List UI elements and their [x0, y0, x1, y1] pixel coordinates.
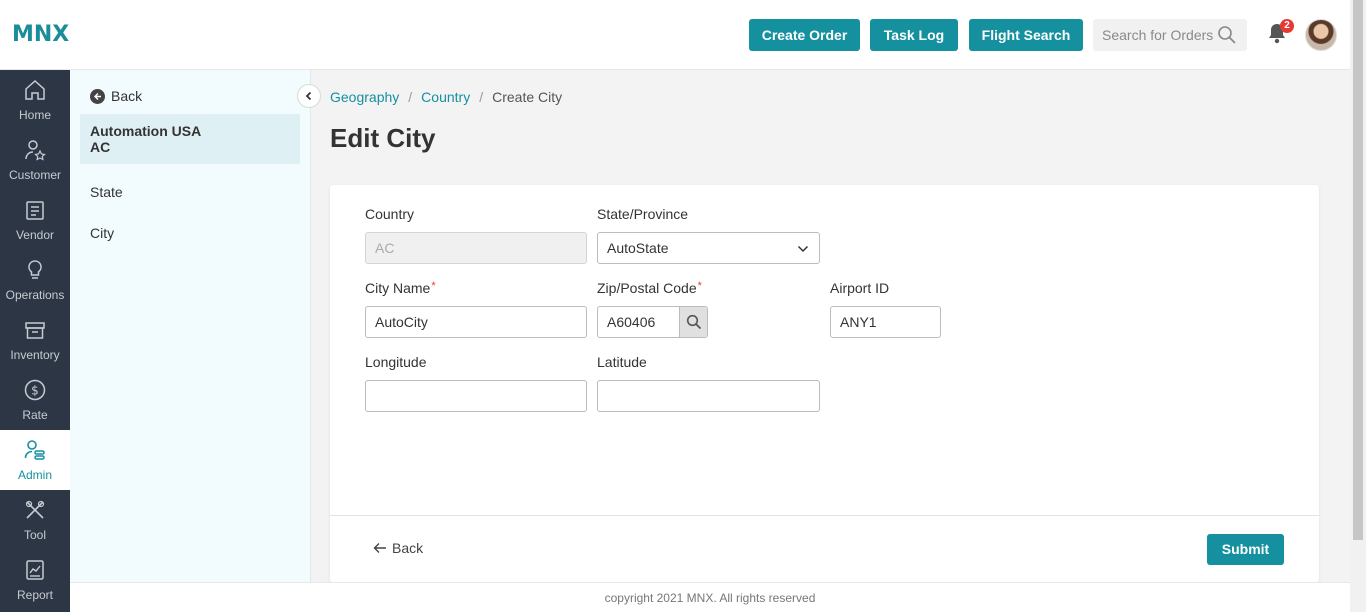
state-select[interactable]: AutoState	[597, 232, 820, 264]
zip-label-text: Zip/Postal Code	[597, 280, 697, 296]
scrollbar-thumb[interactable]	[1353, 0, 1363, 540]
admin-icon	[24, 440, 45, 460]
nav-label: Report	[16, 588, 54, 602]
required-marker: *	[697, 280, 702, 292]
search-icon	[686, 314, 701, 330]
flight-search-button[interactable]: Flight Search	[969, 19, 1083, 51]
form-back-button[interactable]: Back	[373, 540, 423, 556]
breadcrumb-current: Create City	[492, 89, 563, 105]
selected-country-name: Automation USA	[90, 123, 202, 139]
home-icon	[25, 79, 45, 100]
form-divider	[330, 515, 1319, 516]
nav-item-home[interactable]: Home	[0, 70, 70, 130]
nav-label: Inventory	[10, 348, 60, 362]
sub-link-city[interactable]: City	[90, 225, 114, 241]
city-name-label-text: City Name	[365, 280, 431, 296]
tools-icon	[25, 500, 45, 519]
arrow-left-icon	[373, 543, 386, 553]
page-title: Edit City	[330, 123, 436, 153]
nav-label: Admin	[17, 468, 52, 482]
country-field: AC	[365, 232, 587, 264]
longitude-label: Longitude	[365, 354, 427, 370]
longitude-field[interactable]	[365, 380, 587, 412]
sub-link-state[interactable]: State	[90, 184, 123, 200]
selected-country-code: AC	[90, 139, 111, 155]
state-label: State/Province	[597, 206, 689, 222]
lightbulb-icon	[28, 260, 42, 279]
collapse-sidebar-button[interactable]	[297, 84, 321, 108]
mnx-logo[interactable]: MNX	[12, 22, 69, 47]
order-search-input[interactable]	[1093, 19, 1213, 51]
top-header: MNX Create Order Task Log Flight Search …	[0, 0, 1350, 70]
submit-button[interactable]: Submit	[1207, 534, 1284, 565]
nav-label: Customer	[8, 168, 61, 182]
task-log-button[interactable]: Task Log	[870, 19, 958, 51]
state-selected-value: AutoState	[607, 240, 669, 256]
chevron-left-icon	[305, 91, 312, 101]
edit-city-form: Country AC State/Province AutoState City…	[330, 185, 1319, 582]
nav-item-admin[interactable]: Admin	[0, 430, 70, 490]
nav-item-vendor[interactable]: Vendor	[0, 190, 70, 250]
breadcrumb-separator: /	[408, 89, 413, 105]
nav-item-rate[interactable]: $ Rate	[0, 370, 70, 430]
airport-id-label: Airport ID	[830, 280, 890, 296]
vendor-icon	[26, 201, 44, 220]
nav-label: Operations	[5, 288, 65, 302]
nav-item-inventory[interactable]: Inventory	[0, 310, 70, 370]
zip-value: A60406	[607, 314, 656, 330]
breadcrumb-country[interactable]: Country	[421, 89, 470, 105]
customer-icon	[25, 140, 46, 161]
notification-badge: 2	[1280, 19, 1294, 33]
archive-icon	[25, 322, 45, 339]
form-back-label: Back	[392, 540, 424, 556]
nav-item-customer[interactable]: Customer	[0, 130, 70, 190]
nav-item-report[interactable]: Report	[0, 550, 70, 610]
nav-label: Rate	[22, 408, 48, 422]
breadcrumb-geography[interactable]: Geography	[330, 89, 399, 105]
search-icon[interactable]	[1217, 25, 1237, 50]
zip-field[interactable]: A60406	[597, 306, 708, 338]
nav-label: Vendor	[15, 228, 55, 242]
order-search	[1093, 19, 1247, 51]
breadcrumb-separator: /	[479, 89, 484, 105]
arrow-left-circle-icon	[90, 88, 105, 104]
report-icon	[26, 560, 44, 580]
sub-back-label: Back	[111, 88, 143, 104]
sub-selected-country[interactable]: Automation USA AC	[80, 114, 300, 164]
zip-search-button[interactable]	[679, 307, 707, 337]
create-order-button[interactable]: Create Order	[749, 19, 860, 51]
page-scrollbar[interactable]	[1350, 0, 1366, 612]
avatar[interactable]	[1305, 19, 1337, 51]
city-name-label: City Name*	[365, 280, 436, 296]
required-marker: *	[431, 280, 436, 292]
nav-item-operations[interactable]: Operations	[0, 250, 70, 310]
nav-label: Home	[18, 108, 51, 122]
latitude-label: Latitude	[597, 354, 647, 370]
breadcrumb: Geography / Country / Create City	[330, 89, 562, 105]
main-sidebar: Home Customer Vendor Operations Inventor…	[0, 70, 70, 612]
country-label: Country	[365, 206, 415, 222]
chevron-down-icon	[797, 245, 809, 253]
svg-text:$: $	[31, 384, 39, 398]
zip-label: Zip/Postal Code*	[597, 280, 702, 296]
nav-item-tool[interactable]: Tool	[0, 490, 70, 550]
latitude-field[interactable]	[597, 380, 820, 412]
footer-copyright: copyright 2021 MNX. All rights reserved	[70, 582, 1350, 612]
airport-id-field[interactable]: ANY1	[830, 306, 941, 338]
dollar-icon: $	[24, 379, 46, 401]
sub-sidebar: Back Automation USA AC State City	[70, 70, 311, 582]
sub-back-link[interactable]: Back	[90, 88, 142, 104]
city-name-field[interactable]: AutoCity	[365, 306, 587, 338]
nav-label: Tool	[23, 528, 46, 542]
